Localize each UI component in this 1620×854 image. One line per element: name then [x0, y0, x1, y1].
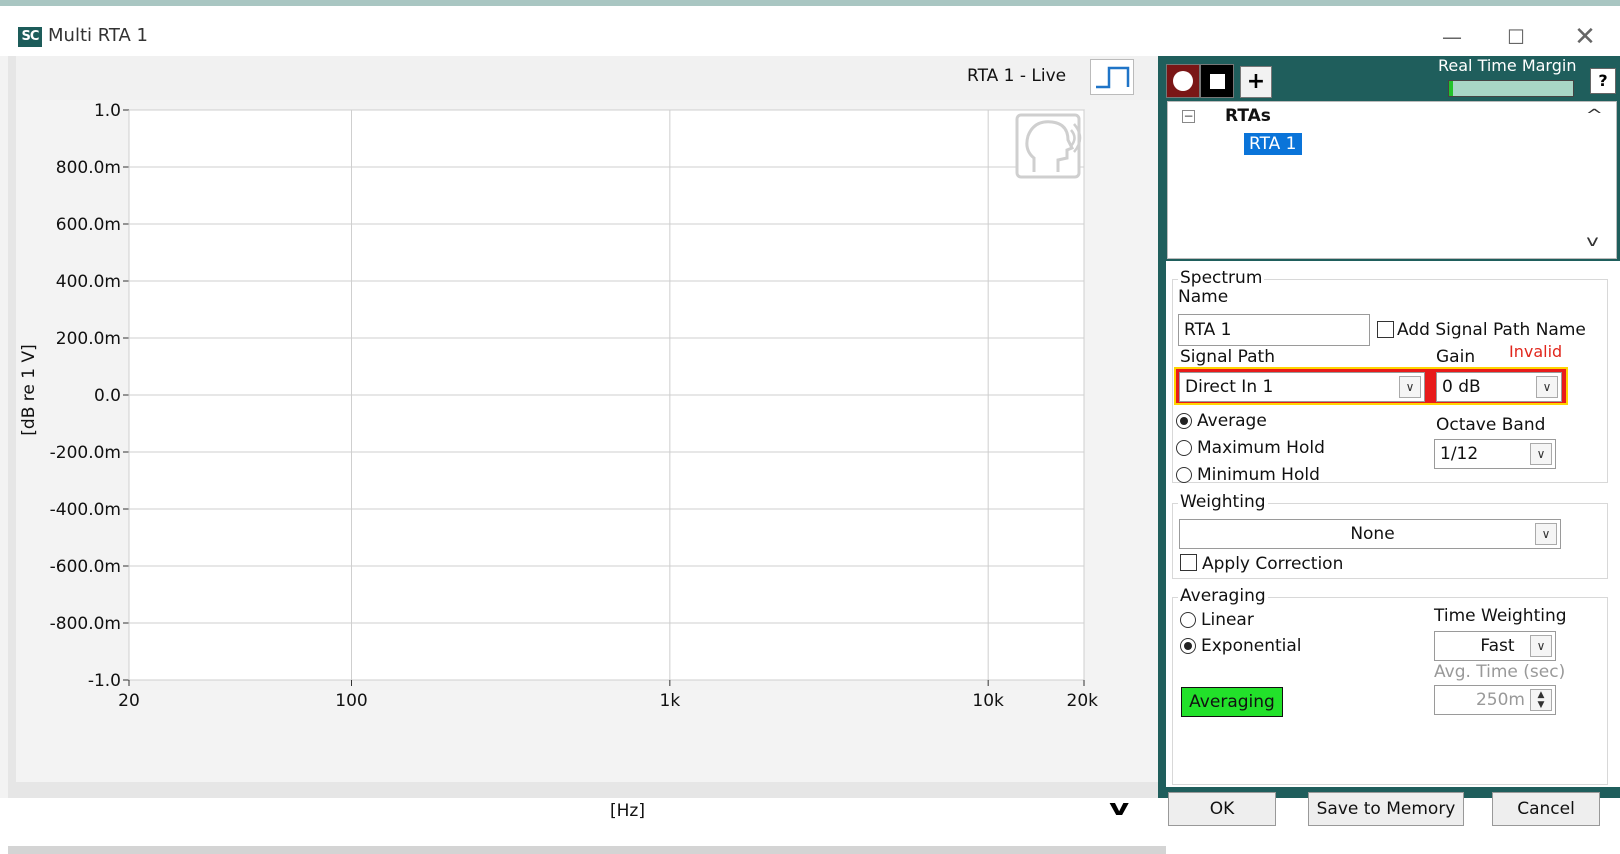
minimize-button[interactable]: — — [1432, 20, 1472, 54]
ok-button[interactable]: OK — [1168, 792, 1276, 826]
window-title: Multi RTA 1 — [48, 25, 149, 46]
signal-path-select[interactable]: Direct In 1 ∨ — [1179, 372, 1425, 402]
rta-tree[interactable]: − RTAs RTA 1 ^ v — [1167, 101, 1617, 259]
gain-value: 0 dB — [1442, 377, 1481, 397]
y-tick-label: -400.0m — [50, 500, 121, 520]
weighting-select[interactable]: None ∨ — [1179, 519, 1561, 549]
time-weighting-select[interactable]: Fast ∨ — [1434, 631, 1556, 661]
stop-button[interactable] — [1200, 64, 1234, 98]
spinner-arrows-icon: ▲ ▼ — [1530, 689, 1552, 711]
octave-band-value: 1/12 — [1440, 444, 1479, 464]
radio-average[interactable] — [1176, 413, 1192, 429]
collapse-icon[interactable]: − — [1182, 110, 1195, 123]
y-axis-label: [dB re 1 V] — [19, 344, 39, 435]
mode-minimum-hold-label: Minimum Hold — [1197, 465, 1320, 485]
y-tick-label: 400.0m — [56, 272, 121, 292]
app-logo-icon: SC — [18, 27, 42, 47]
time-weighting-value: Fast — [1480, 636, 1515, 656]
weighting-group-title: Weighting — [1178, 492, 1268, 512]
invalid-label: Invalid — [1509, 342, 1563, 361]
apply-correction-label: Apply Correction — [1202, 554, 1344, 574]
mode-average-label: Average — [1197, 411, 1267, 431]
avg-time-label: Avg. Time (sec) — [1434, 662, 1566, 682]
save-to-memory-button[interactable]: Save to Memory — [1308, 792, 1464, 826]
y-tick-label: -800.0m — [50, 614, 121, 634]
x-tick-label: 20 — [118, 691, 140, 711]
step-waveform-button[interactable] — [1090, 59, 1134, 95]
record-button[interactable] — [1166, 64, 1200, 98]
stop-icon — [1210, 74, 1225, 89]
avg-time-spinner: 250m ▲ ▼ — [1434, 685, 1556, 715]
scroll-down-icon[interactable]: v — [1586, 232, 1598, 250]
x-tick-label: 20k — [1067, 691, 1099, 711]
real-time-margin-meter — [1448, 80, 1574, 97]
time-weighting-label: Time Weighting — [1434, 606, 1567, 626]
octave-band-label: Octave Band — [1436, 415, 1546, 435]
close-button[interactable]: ✕ — [1565, 20, 1605, 54]
avg-time-value: 250m — [1475, 690, 1525, 710]
radio-maximum-hold[interactable] — [1176, 440, 1192, 456]
weighting-value: None — [1350, 524, 1395, 544]
radio-exponential[interactable] — [1180, 638, 1196, 654]
y-tick-label: 0.0 — [94, 386, 121, 406]
gain-select[interactable]: 0 dB ∨ — [1436, 372, 1562, 402]
step-waveform-icon — [1096, 66, 1130, 89]
x-tick-label: 10k — [972, 691, 1004, 711]
averaging-linear-label: Linear — [1201, 610, 1254, 630]
x-axis-label: [Hz] — [610, 801, 645, 821]
live-label: RTA 1 - Live — [967, 66, 1067, 86]
x-tick-label: 100 — [335, 691, 367, 711]
chart-header: RTA 1 - Live — [16, 56, 1158, 100]
y-tick-label: 600.0m — [56, 215, 121, 235]
chart-area[interactable]: 1.0 800.0m 600.0m 400.0m 200.0m 0.0 -200.0m -40… — [16, 100, 1160, 782]
title-bar: SC Multi RTA 1 — ☐ ✕ — [0, 6, 1620, 56]
mode-maximum-hold-label: Maximum Hold — [1197, 438, 1325, 458]
scroll-up-icon[interactable]: ^ — [1585, 106, 1603, 124]
rta-chart[interactable]: 1.0 800.0m 600.0m 400.0m 200.0m 0.0 -200.0m -40… — [16, 100, 1160, 782]
y-tick-label: -600.0m — [50, 557, 121, 577]
settings-panel: Spectrum Name RTA 1 Add Signal Path Name… — [1166, 261, 1620, 787]
chevron-down-icon[interactable]: v — [1109, 796, 1129, 821]
add-signal-path-label: Add Signal Path Name — [1397, 320, 1586, 340]
real-time-margin-label: Real Time Margin — [1438, 56, 1577, 75]
chevron-down-icon: ∨ — [1530, 635, 1552, 657]
add-rta-button[interactable]: + — [1240, 66, 1272, 98]
x-tick-label: 1k — [660, 691, 681, 711]
y-tick-label: -200.0m — [50, 443, 121, 463]
cancel-button[interactable]: Cancel — [1492, 792, 1600, 826]
tree-root-rtas[interactable]: RTAs — [1225, 106, 1271, 126]
listener-head-icon — [1015, 113, 1082, 179]
gain-label: Gain — [1436, 347, 1476, 367]
apply-correction-checkbox[interactable] — [1180, 554, 1197, 571]
name-label: Name — [1178, 287, 1229, 307]
y-tick-label: 200.0m — [56, 329, 121, 349]
averaging-status-badge: Averaging — [1181, 687, 1283, 717]
spectrum-group-title: Spectrum — [1178, 268, 1265, 288]
chevron-down-icon: ∨ — [1535, 523, 1557, 545]
signal-path-value: Direct In 1 — [1185, 377, 1274, 397]
y-tick-label: 1.0 — [94, 101, 121, 121]
radio-linear[interactable] — [1180, 612, 1196, 628]
chart-panel: RTA 1 - Live 1.0 800.0m 600.0m 400.0m 200.0m… — [0, 56, 1166, 854]
radio-minimum-hold[interactable] — [1176, 467, 1192, 483]
control-panel: + Real Time Margin ? − RTAs RTA 1 ^ v Sp… — [1158, 56, 1620, 826]
chevron-down-icon: ∨ — [1536, 376, 1558, 398]
averaging-group-title: Averaging — [1178, 586, 1268, 606]
tree-item-rta-1[interactable]: RTA 1 — [1244, 133, 1302, 155]
add-signal-path-checkbox[interactable] — [1377, 321, 1394, 338]
help-button[interactable]: ? — [1590, 68, 1616, 94]
real-time-margin-fill — [1449, 81, 1453, 96]
name-input[interactable]: RTA 1 — [1178, 314, 1370, 346]
octave-band-select[interactable]: 1/12 ∨ — [1434, 439, 1556, 469]
chevron-down-icon: ∨ — [1530, 443, 1552, 465]
record-icon — [1173, 71, 1193, 91]
y-tick-label: 800.0m — [56, 158, 121, 178]
averaging-exponential-label: Exponential — [1201, 636, 1302, 656]
signal-path-label: Signal Path — [1180, 347, 1275, 367]
y-tick-label: -1.0 — [88, 671, 121, 691]
maximize-button[interactable]: ☐ — [1496, 20, 1536, 54]
status-strip — [8, 846, 1166, 854]
chevron-down-icon: ∨ — [1399, 376, 1421, 398]
